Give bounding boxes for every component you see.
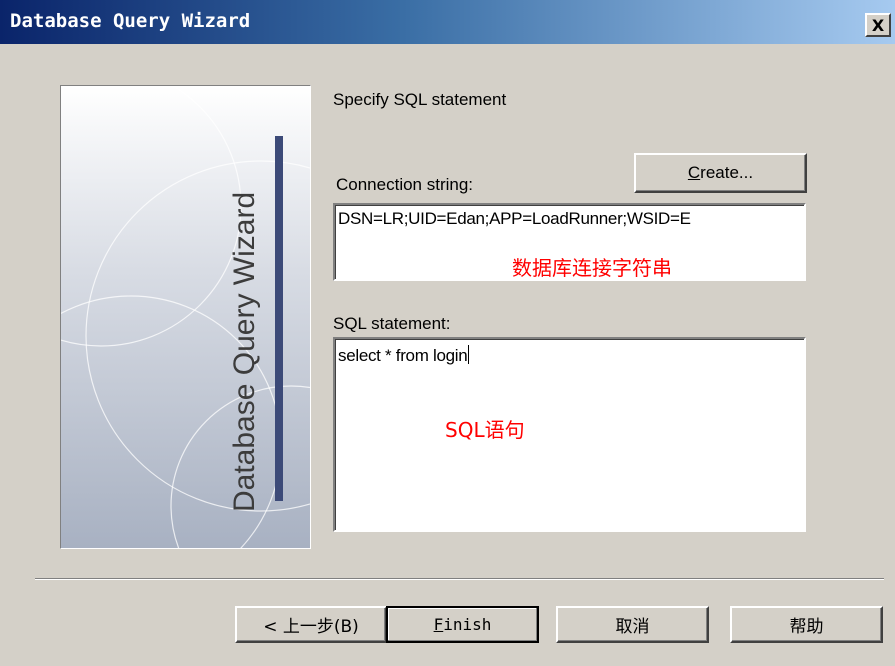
footer-separator — [35, 578, 884, 580]
connection-string-label: Connection string: — [336, 175, 474, 194]
connection-string-annotation: 数据库连接字符串 — [512, 256, 672, 280]
banner-title: Database Query Wizard — [228, 191, 261, 512]
close-button[interactable]: X — [865, 13, 891, 37]
sql-statement-label: SQL statement: — [333, 314, 451, 333]
window-title: Database Query Wizard — [10, 10, 251, 32]
banner-circles-graphic — [61, 86, 310, 548]
banner-accent-bar — [275, 136, 283, 501]
title-bar[interactable]: Database Query Wizard X — [0, 0, 895, 44]
help-button-label: 帮助 — [789, 617, 824, 637]
sql-statement-field[interactable]: select * from login — [333, 337, 806, 532]
sql-statement-value: select * from login — [338, 346, 468, 365]
finish-button[interactable]: Finish — [386, 606, 539, 643]
create-button-label: Create... — [687, 163, 754, 182]
close-icon: X — [871, 15, 885, 35]
sql-statement-value-wrap: select * from login — [338, 345, 470, 366]
connection-string-value: DSN=LR;UID=Edan;APP=LoadRunner;WSID=E — [338, 209, 691, 228]
wizard-banner — [60, 85, 311, 549]
cancel-button-label: 取消 — [615, 617, 650, 637]
back-button[interactable]: < 上一步(B) — [235, 606, 387, 643]
finish-button-label: Finish — [433, 615, 492, 634]
help-button[interactable]: 帮助 — [730, 606, 883, 643]
sql-statement-annotation: SQL语句 — [445, 418, 525, 442]
create-button[interactable]: Create... — [634, 153, 807, 193]
page-instruction: Specify SQL statement — [333, 90, 507, 109]
back-button-label: < 上一步(B) — [263, 617, 359, 637]
cancel-button[interactable]: 取消 — [556, 606, 709, 643]
text-caret — [468, 345, 470, 364]
